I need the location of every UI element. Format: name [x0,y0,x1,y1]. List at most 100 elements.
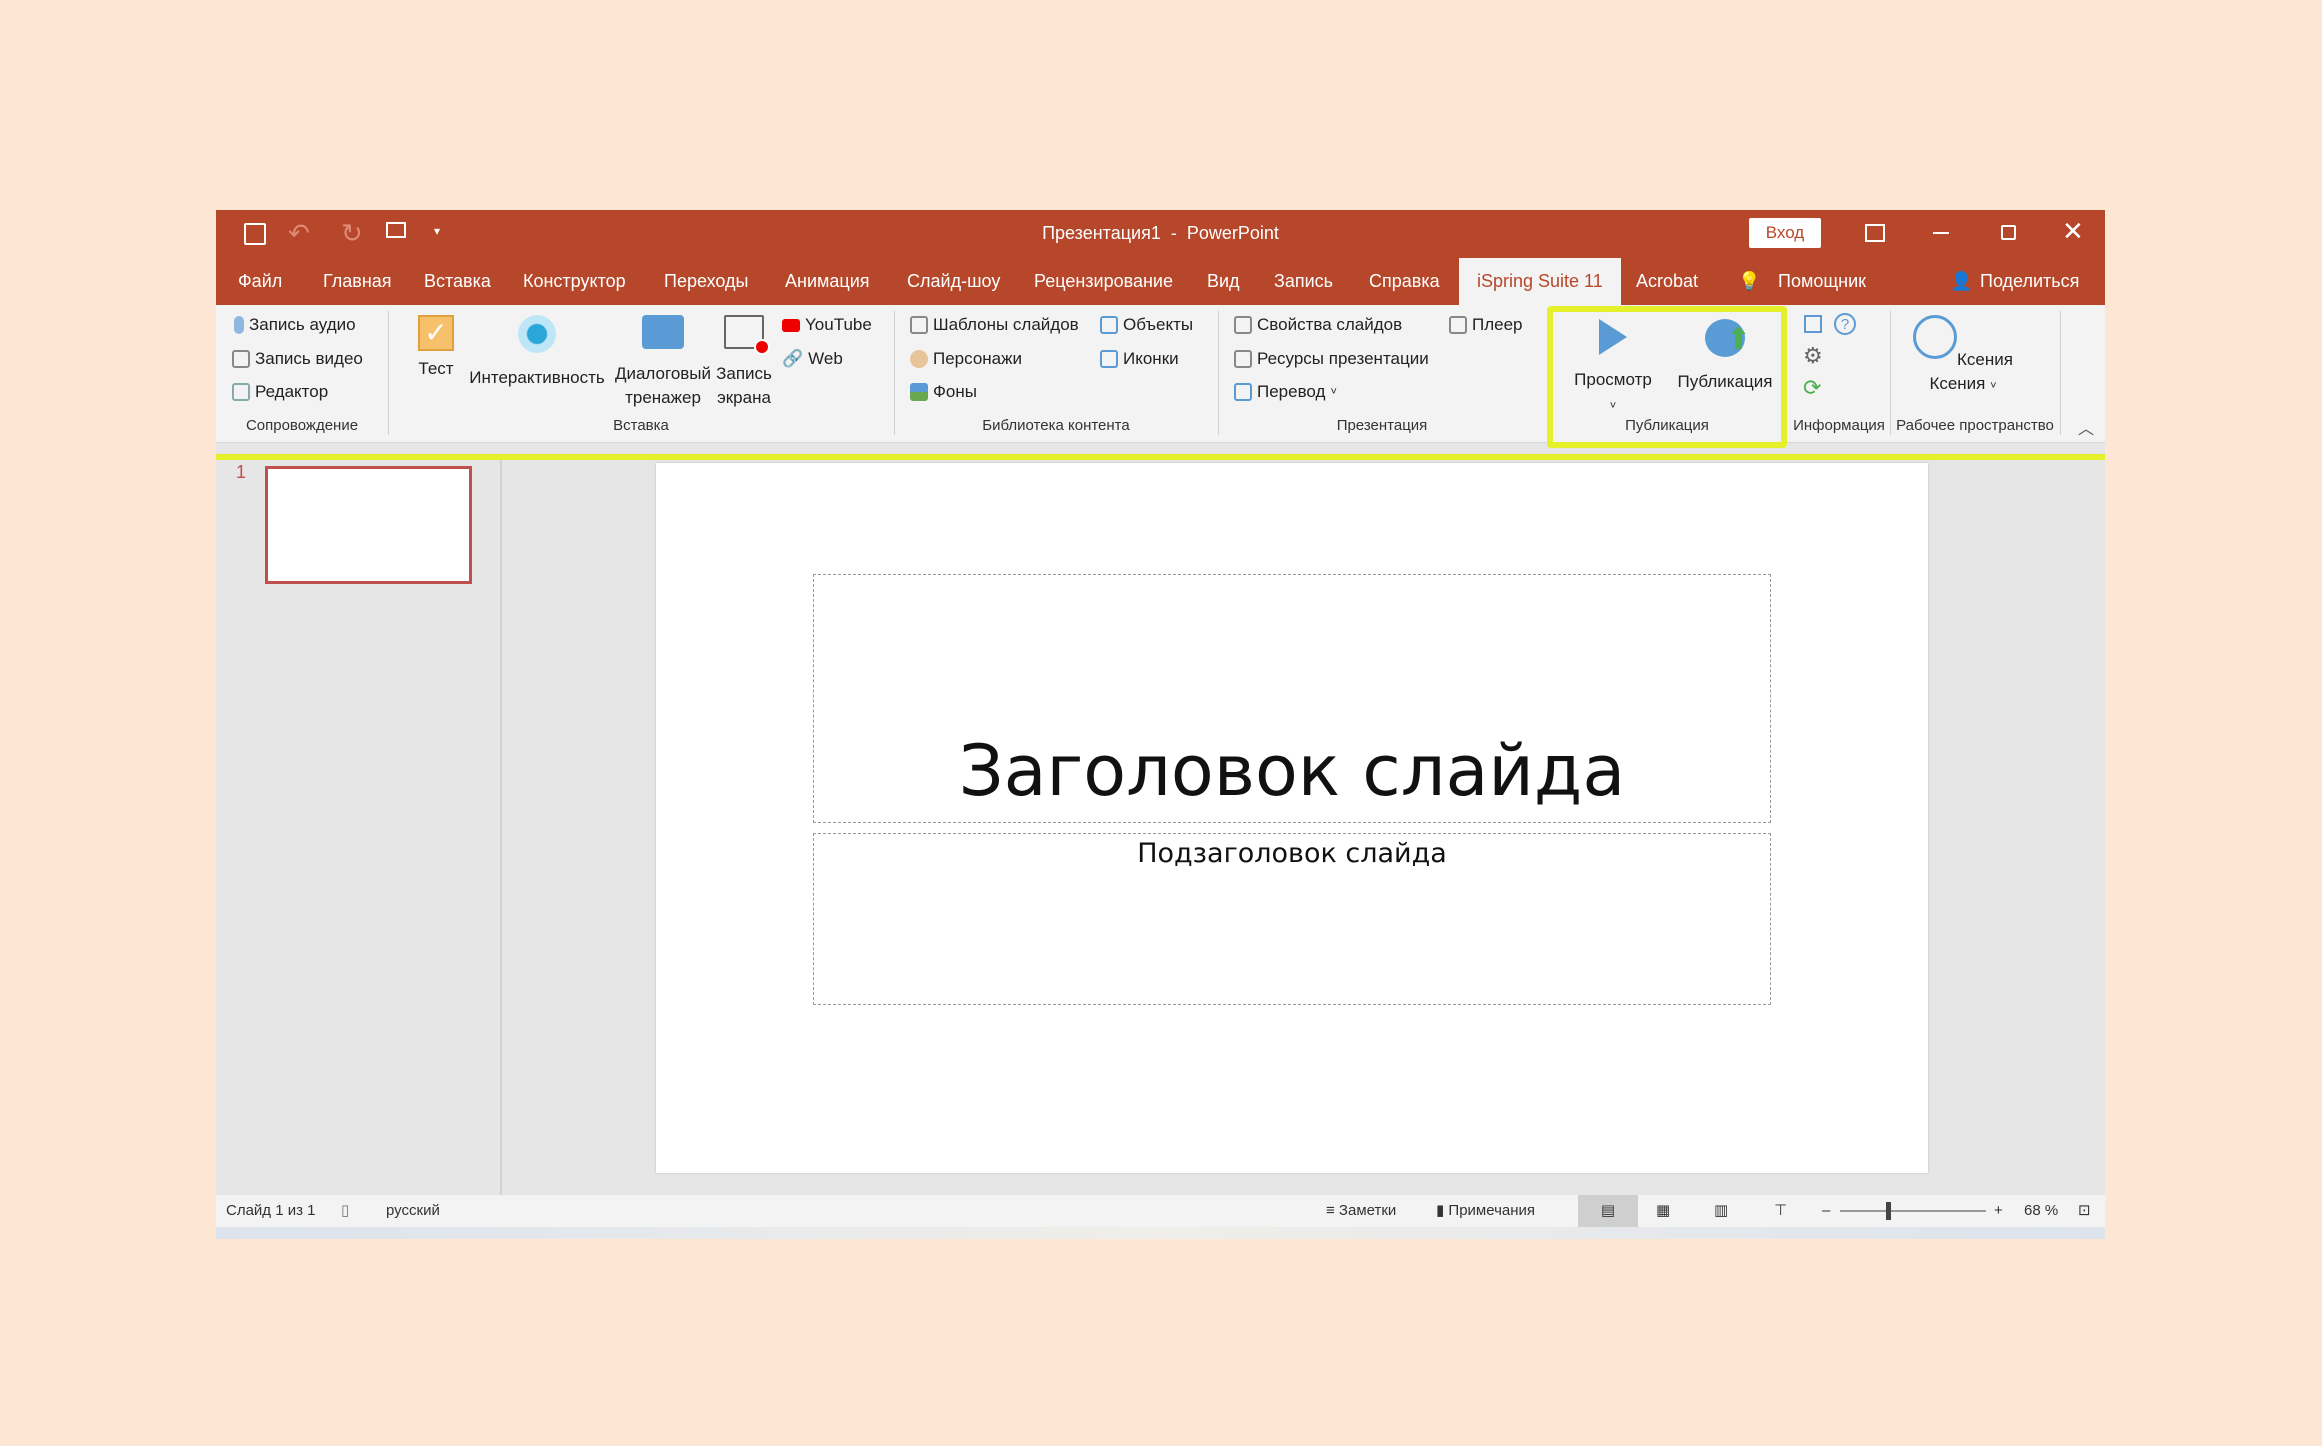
subtitle-placeholder[interactable]: Подзаголовок слайда [813,833,1771,1005]
group-label-workspace: Рабочее пространство [1896,417,2054,434]
collapse-ribbon-icon[interactable]: ︿ [2078,415,2094,439]
slide-title: Заголовок слайда [958,730,1626,812]
close-icon[interactable]: ✕ [2062,216,2084,247]
backgrounds-button[interactable]: Фоны [910,382,977,402]
powerpoint-window: ↶ ↻ ▾ Презентация1 - PowerPoint Вход ✕ Ф… [216,210,2105,1239]
editor-button[interactable]: Редактор [232,382,328,402]
group-label-info: Информация [1793,417,1885,434]
slide-templates-button[interactable]: Шаблоны слайдов [910,315,1079,335]
slide-thumbnails-pane: 1 [216,460,502,1195]
restore-icon[interactable] [2001,225,2016,240]
link-icon: 🔗 [782,349,804,368]
tab-tell-me[interactable]: Помощник [1778,258,1866,305]
editor-icon [232,383,250,401]
tab-review[interactable]: Рецензирование [1034,258,1173,305]
player-icon [1449,316,1467,334]
screen-record-button[interactable]: Запись экрана [713,315,775,410]
objects-button[interactable]: Объекты [1100,315,1193,335]
tab-transitions[interactable]: Переходы [664,258,748,305]
presentation-resources-button[interactable]: Ресурсы презентации [1234,349,1429,369]
ribbon: Запись аудио Запись видео Редактор Сопро… [216,305,2105,443]
title-bar: ↶ ↻ ▾ Презентация1 - PowerPoint Вход ✕ [216,210,2105,258]
zoom-slider[interactable] [1840,1210,1986,1212]
tab-insert[interactable]: Вставка [424,258,491,305]
normal-view-button[interactable]: ▤ [1578,1195,1638,1227]
tab-view[interactable]: Вид [1207,258,1240,305]
dialog-simulator-button[interactable]: Диалоговый тренажер [609,315,717,410]
info-window-icon[interactable] [1804,315,1822,333]
slide-properties-icon [1234,316,1252,334]
interactivity-icon [518,315,556,353]
group-label-presentation: Презентация [1336,417,1428,434]
fit-to-window-icon[interactable]: ⊡ [2078,1195,2091,1227]
zoom-level[interactable]: 68 % [2024,1195,2058,1227]
tab-acrobat[interactable]: Acrobat [1636,258,1698,305]
chevron-down-icon: ˅ [1330,386,1337,398]
translation-button[interactable]: Перевод ˅ [1234,382,1337,402]
interactivity-button[interactable]: Интерактивность [462,315,612,390]
record-audio-button[interactable]: Запись аудио [234,315,356,335]
player-button[interactable]: Плеер [1449,315,1523,335]
help-icon[interactable]: ? [1834,313,1856,335]
web-button[interactable]: 🔗 Web [782,349,843,369]
icons-button[interactable]: Иконки [1100,349,1179,369]
group-label-insert: Вставка [613,417,669,434]
notes-button[interactable]: ≡ Заметки [1326,1195,1396,1227]
update-icon[interactable]: ⟳ [1803,375,1821,401]
window-title: Презентация1 - PowerPoint [1042,223,1279,243]
minimize-icon[interactable] [1933,232,1949,234]
group-label-library: Библиотека контента [982,417,1130,434]
slide-thumbnail[interactable] [265,466,472,584]
reading-view-button[interactable]: ▥ [1714,1195,1728,1227]
chevron-down-icon: ˅ [1990,380,1997,392]
settings-icon[interactable]: ⚙ [1803,343,1823,369]
zoom-slider-thumb[interactable] [1886,1202,1891,1220]
slide-canvas: Заголовок слайда Подзаголовок слайда [656,463,1928,1173]
tab-help[interactable]: Справка [1369,258,1440,305]
title-placeholder[interactable]: Заголовок слайда [813,574,1771,823]
tab-home[interactable]: Главная [323,258,392,305]
ribbon-tabs: Файл Главная Вставка Конструктор Переход… [216,258,2105,305]
user-avatar-icon [1913,315,1958,359]
group-label-narration: Сопровождение [245,417,359,434]
youtube-button[interactable]: YouTube [782,315,872,335]
account-button[interactable]: Ксения Ксения ˅ [1901,315,2025,398]
objects-icon [1100,316,1118,334]
lightbulb-icon: 💡 [1738,271,1761,291]
screen-record-icon [724,315,770,355]
tab-ispring[interactable]: iSpring Suite 11 [1459,258,1621,305]
share-button[interactable]: Поделиться [1980,258,2079,305]
ribbon-display-icon[interactable] [1865,224,1885,242]
youtube-icon [782,318,800,332]
spellcheck-icon[interactable]: ▯ [341,1195,349,1227]
taskbar-strip [216,1227,2105,1239]
test-button[interactable]: ✓Тест [406,315,466,381]
resources-icon [1234,350,1252,368]
translate-icon [1234,383,1252,401]
microphone-icon [234,316,244,334]
tab-slideshow[interactable]: Слайд-шоу [907,258,1000,305]
tab-file[interactable]: Файл [238,258,282,305]
slideshow-view-button[interactable]: ⊤ [1774,1195,1787,1227]
slide-subtitle: Подзаголовок слайда [1137,838,1447,869]
language-indicator[interactable]: русский [386,1195,440,1227]
zoom-in-button[interactable]: + [1994,1195,2003,1227]
background-image-icon [910,383,928,401]
record-video-button[interactable]: Запись видео [232,349,363,369]
zoom-out-button[interactable]: – [1822,1195,1830,1227]
slide-sorter-button[interactable]: ▦ [1656,1195,1670,1227]
comments-button[interactable]: ▮ Примечания [1436,1195,1535,1227]
characters-button[interactable]: Персонажи [910,349,1022,369]
signin-button[interactable]: Вход [1749,218,1821,248]
share-icon: 👤 [1950,271,1973,291]
slide-templates-icon [910,316,928,334]
tab-design[interactable]: Конструктор [523,258,626,305]
status-bar: Слайд 1 из 1 ▯ русский ≡ Заметки ▮ Приме… [216,1195,2105,1227]
quiz-check-icon: ✓ [418,315,454,351]
slide-properties-button[interactable]: Свойства слайдов [1234,315,1402,335]
tab-animations[interactable]: Анимация [785,258,870,305]
divider [2060,311,2061,435]
tab-record[interactable]: Запись [1274,258,1333,305]
slide-number: 1 [236,462,247,482]
publish-group-highlight [1547,306,1787,448]
